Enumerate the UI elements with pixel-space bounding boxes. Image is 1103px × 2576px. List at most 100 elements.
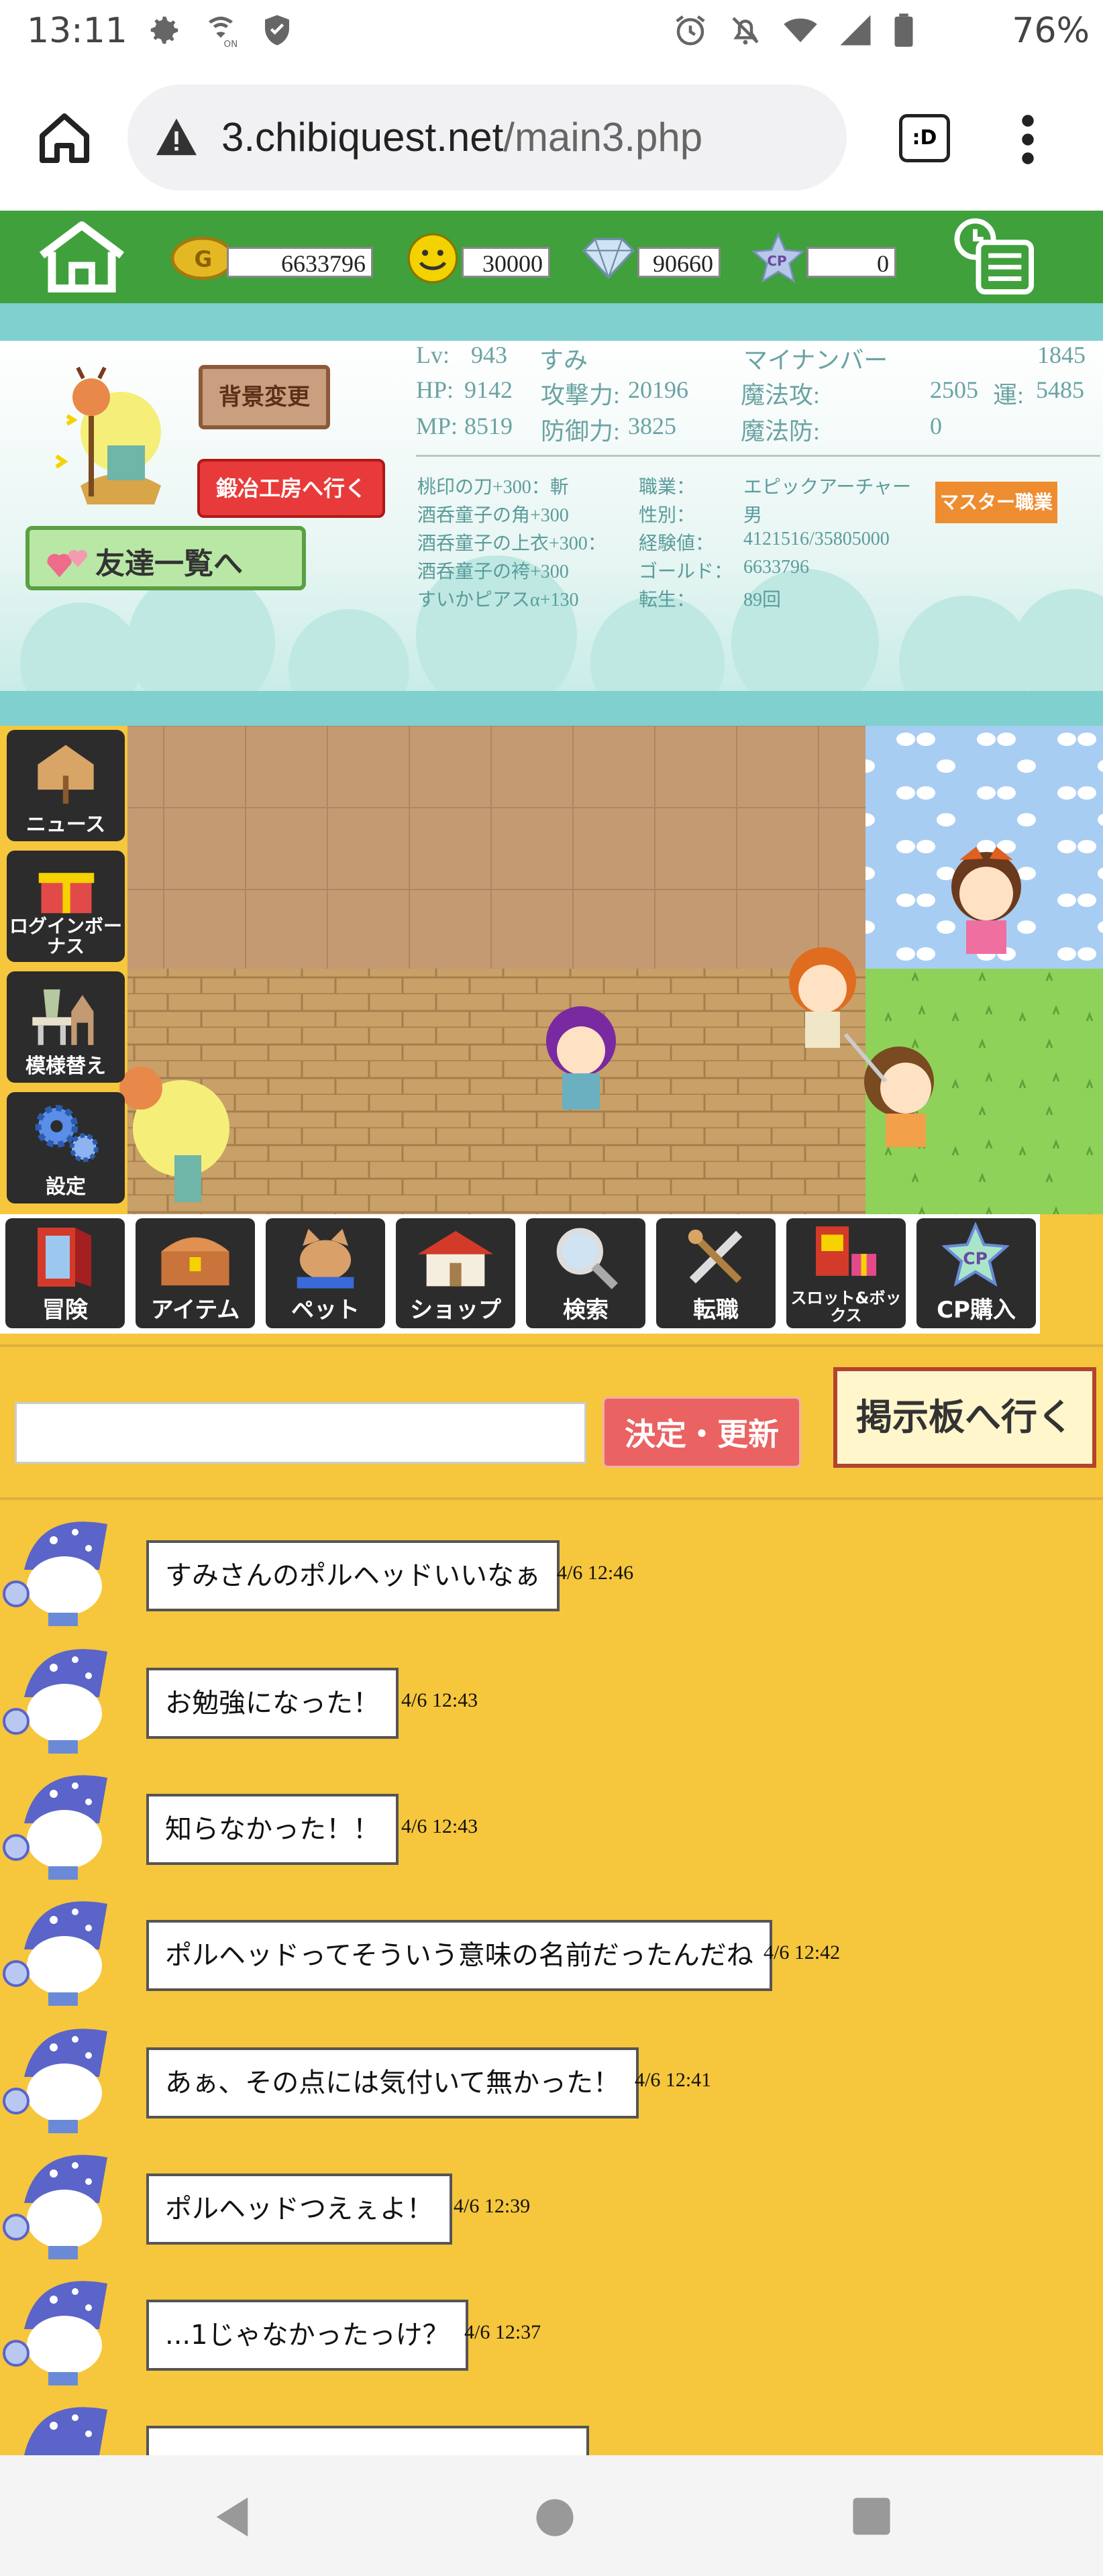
hp-label: HP:: [416, 376, 454, 403]
url-text: 3.chibiquest.net/main3.php: [221, 114, 702, 160]
item-label: アイテム: [150, 1297, 240, 1324]
chat-message: ...1じゃなかったっけ？ 4/6 12:37: [0, 2259, 1103, 2385]
magic-attack-value: 2505: [930, 376, 978, 403]
smiley-icon: [407, 232, 459, 287]
redecorate-button[interactable]: 模様替え: [7, 971, 125, 1083]
door-icon: [38, 1228, 91, 1287]
avatar: [0, 1880, 121, 2006]
player-avatar: [40, 362, 174, 511]
cp-purchase-label: CP購入: [937, 1297, 1016, 1324]
log-list-icon[interactable]: [951, 216, 1039, 295]
chat-input[interactable]: [15, 1402, 586, 1464]
info-label: 転生：: [639, 590, 696, 610]
gift-icon: [38, 873, 95, 914]
avatar: [0, 2133, 121, 2259]
url-host: 3.chibiquest.net: [221, 115, 504, 160]
avatar: [0, 1500, 121, 1626]
luck-label: 運:: [993, 382, 1025, 409]
search-button[interactable]: 検索: [526, 1218, 645, 1328]
pet-cat-icon: [297, 1228, 354, 1289]
item-button[interactable]: アイテム: [136, 1218, 255, 1328]
svg-text:CP: CP: [963, 1249, 988, 1269]
header-divider: [0, 303, 1103, 341]
adventure-button[interactable]: 冒険: [5, 1218, 125, 1328]
info-label: 職業：: [639, 477, 696, 498]
equipment-item: 酒呑童子の上衣+300：: [417, 533, 607, 554]
warning-icon: [154, 117, 199, 160]
slot-box-button[interactable]: スロット&ボックス: [786, 1218, 906, 1328]
message-time: 4/6 12:46: [557, 1562, 634, 1584]
gender-value: 男: [743, 505, 763, 526]
treasure-chest-icon: [161, 1237, 229, 1286]
chat-list: すみさんのポルヘッドいいなぁ 4/6 12:46 お勉強になった！ 4/6 12…: [0, 1500, 1103, 2455]
url-bar[interactable]: 3.chibiquest.net/main3.php: [127, 85, 847, 191]
my-number-value: 1845: [1037, 341, 1086, 368]
gold-coin-icon: G: [169, 235, 236, 284]
home-circle-icon[interactable]: [535, 2498, 574, 2540]
info-label: 性別：: [639, 505, 696, 526]
game-home-icon[interactable]: [35, 219, 129, 295]
back-icon[interactable]: [212, 2496, 252, 2541]
message-bubble: すみさんのポルヘッドいいなぁ: [146, 1540, 560, 1611]
home-icon[interactable]: [35, 109, 94, 168]
gold-info-value: 6633796: [743, 557, 809, 578]
svg-text:G: G: [195, 247, 213, 272]
adventure-label: 冒険: [42, 1297, 88, 1324]
cp-value: 0: [806, 247, 896, 278]
room-background: [119, 726, 1103, 1214]
tab-switcher-button[interactable]: :D: [899, 114, 950, 162]
message-time: 4/6 12:42: [764, 1941, 841, 1964]
shield-icon: [259, 12, 295, 48]
svg-text:ON: ON: [224, 39, 238, 48]
settings-button[interactable]: 設定: [7, 1092, 125, 1203]
battery-icon: [892, 12, 915, 51]
news-label: ニュース: [25, 813, 106, 837]
search-label: 検索: [563, 1297, 609, 1324]
recents-icon[interactable]: [852, 2497, 891, 2538]
cp-purchase-button[interactable]: CP CP購入: [916, 1218, 1036, 1328]
master-job-button[interactable]: マスター職業: [935, 482, 1057, 523]
job-change-button[interactable]: 転職: [656, 1218, 776, 1328]
my-number-label: マイナンバー: [743, 347, 888, 374]
chat-message: ポルヘッドつえぇよ！ 4/6 12:39: [0, 2133, 1103, 2259]
equipment-item: 桃印の刀+300：斬: [417, 477, 569, 498]
sword-staff-icon: [688, 1229, 743, 1284]
slot-box-label: スロット&ボックス: [790, 1289, 902, 1325]
overflow-menu-icon[interactable]: [1014, 111, 1041, 168]
room-scene: ニュース ログインボーナス 模様替え 設定: [0, 726, 1103, 1214]
alarm-icon: [672, 12, 708, 51]
friends-list-button[interactable]: 友達一覧へ: [25, 526, 306, 590]
magnifier-icon: [556, 1228, 618, 1289]
login-bonus-button[interactable]: ログインボーナス: [7, 851, 125, 962]
chat-message: お勉強になった！ 4/6 12:43: [0, 1627, 1103, 1754]
wifi-calling-icon: ON: [203, 12, 239, 50]
background-change-button[interactable]: 背景変更: [199, 365, 330, 429]
mp-value: 8519: [464, 413, 513, 439]
chat-message: あぁ、その点には気付いて無かった！ 4/6 12:41: [0, 2007, 1103, 2133]
job-change-label: 転職: [693, 1297, 739, 1324]
message-bubble: ...1じゃなかったっけ？: [146, 2300, 468, 2371]
diamond-counter: 90660: [580, 232, 721, 283]
avatar: [0, 2259, 121, 2385]
bulletin-board-button[interactable]: 掲示板へ行く: [833, 1367, 1096, 1468]
pet-button[interactable]: ペット: [266, 1218, 385, 1328]
lv-label: Lv:: [416, 341, 450, 368]
submit-update-button[interactable]: 決定・更新: [602, 1397, 801, 1468]
attack-label: 攻撃力:: [541, 382, 621, 409]
info-label: ゴールド：: [639, 561, 733, 582]
message-time: 4/6 12:37: [464, 2321, 541, 2343]
defense-value: 3825: [628, 413, 676, 439]
shop-button[interactable]: ショップ: [396, 1218, 515, 1328]
rebirth-value: 89回: [743, 590, 782, 610]
main-menu: 冒険 アイテム ペット ショップ 検索 転職 スロット&ボックス CP CP購入: [0, 1214, 1040, 1334]
smithy-button[interactable]: 鍛冶工房へ行く: [197, 459, 385, 518]
info-label: 経験値：: [639, 533, 715, 554]
slot-machine-icon: [816, 1226, 876, 1276]
shop-house-icon: [417, 1231, 494, 1287]
gold-value: 6633796: [227, 247, 373, 278]
avatar: [0, 1627, 121, 1754]
equipment-item: 酒呑童子の袴+300: [417, 561, 569, 582]
news-button[interactable]: ニュース: [7, 730, 125, 841]
chat-message: すみさんのポルヘッドいいなぁ 4/6 12:46: [0, 1500, 1103, 1626]
diamond-icon: [580, 235, 637, 284]
